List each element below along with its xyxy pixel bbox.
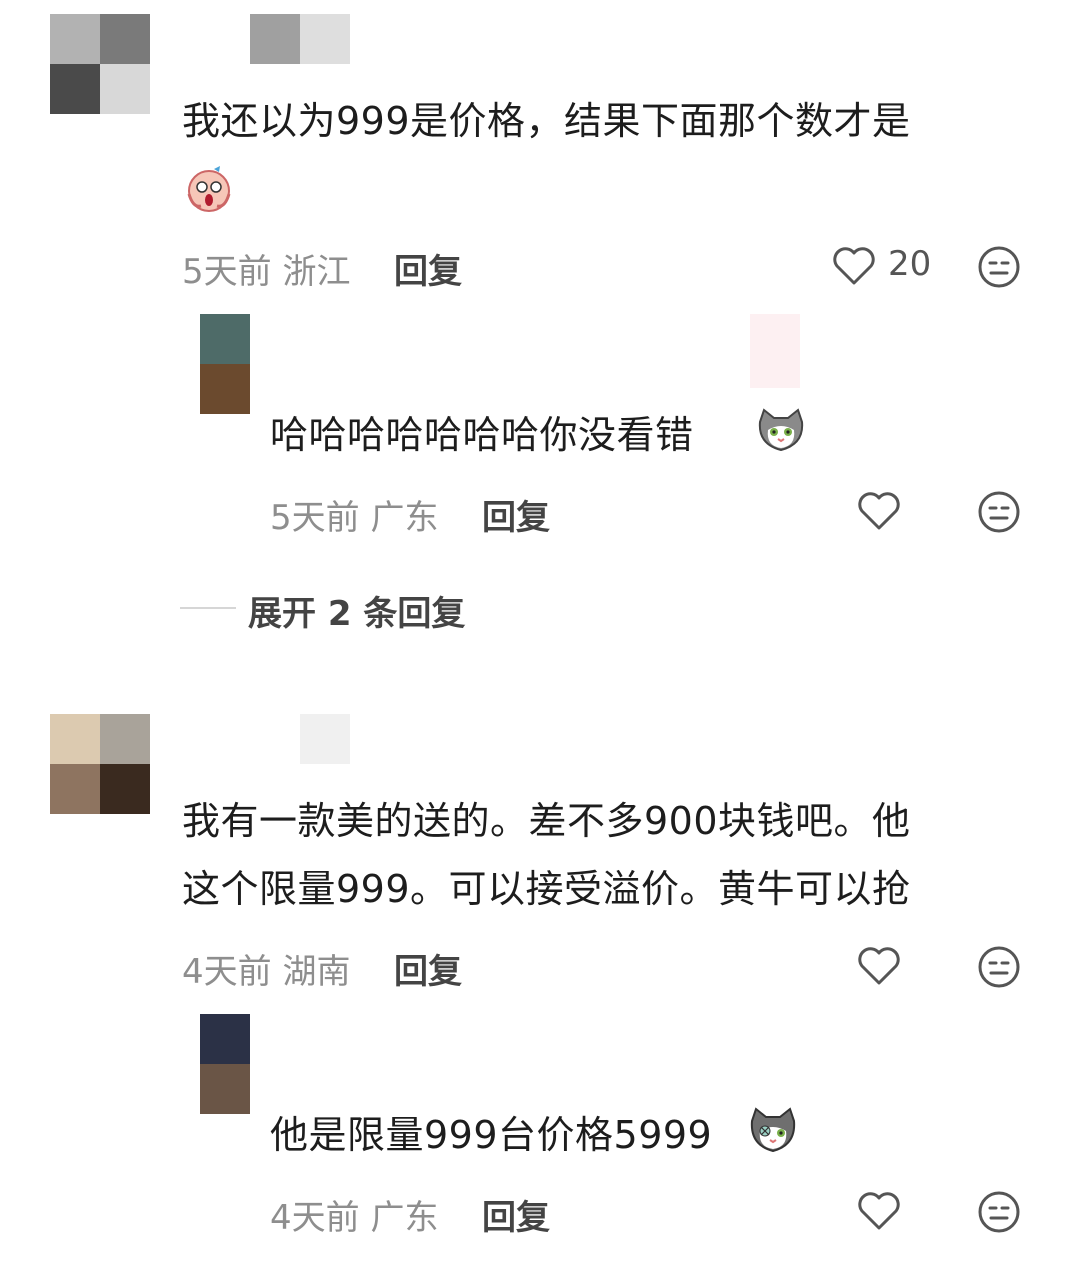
comment-location: 浙江 bbox=[282, 252, 351, 292]
avatar-tile bbox=[50, 14, 100, 64]
reply-location: 广东 bbox=[370, 1198, 439, 1238]
username-blur[interactable] bbox=[750, 314, 800, 388]
comment-location: 湖南 bbox=[282, 952, 351, 992]
cat-emoji-icon bbox=[748, 1107, 798, 1155]
expand-replies-button[interactable]: 展开 2 条回复 bbox=[248, 586, 465, 635]
expand-divider bbox=[180, 607, 236, 609]
reply-button[interactable]: 回复 bbox=[394, 244, 462, 293]
comment-text-line: 这个限量999。可以接受溢价。黄牛可以抢 bbox=[182, 867, 911, 911]
reply-button[interactable]: 回复 bbox=[482, 490, 550, 539]
reply-meta: 4天前 广东 bbox=[270, 1190, 438, 1239]
reply-text: 哈哈哈哈哈哈哈你没看错 bbox=[270, 402, 694, 468]
avatar[interactable] bbox=[50, 714, 150, 814]
heart-icon[interactable] bbox=[857, 491, 901, 531]
reply-avatar[interactable] bbox=[200, 314, 250, 414]
comment-text-line: 我有一款美的送的。差不多900块钱吧。他 bbox=[182, 799, 911, 843]
dislike-face-icon[interactable] bbox=[977, 490, 1021, 534]
avatar-tile bbox=[200, 1014, 250, 1064]
reply-location: 广东 bbox=[370, 498, 439, 538]
cat-emoji-icon bbox=[756, 408, 806, 454]
dislike-face-icon[interactable] bbox=[977, 1190, 1021, 1234]
username-blur[interactable] bbox=[300, 714, 350, 764]
avatar-tile bbox=[200, 314, 250, 364]
avatar-tile bbox=[200, 1064, 250, 1114]
avatar-tile bbox=[100, 64, 150, 114]
username-blur[interactable] bbox=[300, 14, 350, 64]
heart-icon[interactable] bbox=[857, 946, 901, 986]
avatar-tile bbox=[100, 14, 150, 64]
dislike-face-icon[interactable] bbox=[977, 245, 1021, 289]
comment-meta: 4天前 湖南 bbox=[182, 944, 350, 993]
comment-meta: 5天前 浙江 bbox=[182, 244, 350, 293]
heart-icon[interactable] bbox=[832, 246, 876, 286]
reply-time: 5天前 bbox=[270, 498, 360, 538]
reply-avatar[interactable] bbox=[200, 1014, 250, 1114]
dislike-face-icon[interactable] bbox=[977, 945, 1021, 989]
like-count: 20 bbox=[888, 244, 932, 284]
scream-emoji-icon bbox=[184, 164, 234, 214]
reply-button[interactable]: 回复 bbox=[482, 1190, 550, 1239]
avatar-tile bbox=[50, 764, 100, 814]
avatar-tile bbox=[100, 714, 150, 764]
comment-time: 5天前 bbox=[182, 252, 272, 292]
reply-text: 他是限量999台价格5999 bbox=[270, 1102, 712, 1168]
heart-icon[interactable] bbox=[857, 1191, 901, 1231]
comment-text: 我还以为999是价格，结果下面那个数才是 bbox=[182, 99, 911, 143]
avatar-tile bbox=[50, 64, 100, 114]
username-blur[interactable] bbox=[250, 14, 300, 64]
avatar[interactable] bbox=[50, 14, 150, 114]
avatar-tile bbox=[50, 714, 100, 764]
reply-text-content: 他是限量999台价格5999 bbox=[270, 1113, 713, 1157]
comment-time: 4天前 bbox=[182, 952, 272, 992]
reply-time: 4天前 bbox=[270, 1198, 360, 1238]
reply-text-content: 哈哈哈哈哈哈哈你没看错 bbox=[270, 413, 694, 457]
reply-meta: 5天前 广东 bbox=[270, 490, 438, 539]
reply-button[interactable]: 回复 bbox=[394, 944, 462, 993]
avatar-tile bbox=[200, 364, 250, 414]
avatar-tile bbox=[100, 764, 150, 814]
